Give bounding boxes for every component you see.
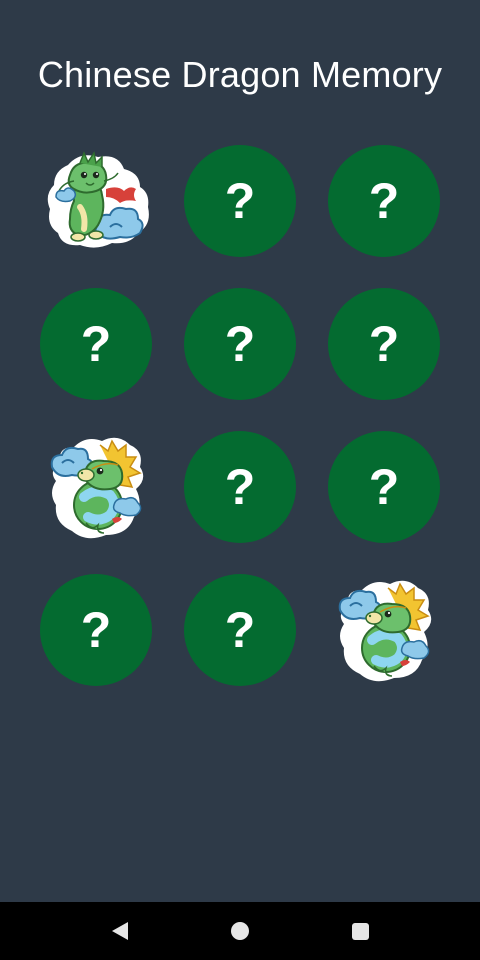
question-mark-icon: ? (80, 602, 112, 658)
coiled-dragon-cloud-icon (50, 437, 144, 539)
card-2[interactable]: ? (184, 145, 296, 257)
card-8[interactable]: ? (184, 431, 296, 543)
green-dragon-cloud-icon (47, 151, 149, 248)
question-mark-icon: ? (368, 316, 400, 372)
question-mark-icon: ? (224, 459, 256, 515)
card-grid: ? ? ? ? ? ? ? ? ? (40, 145, 440, 686)
card-9[interactable]: ? (328, 431, 440, 543)
card-1[interactable] (40, 145, 152, 257)
card-3[interactable]: ? (328, 145, 440, 257)
question-mark-icon: ? (224, 173, 256, 229)
back-button[interactable] (100, 911, 140, 951)
coiled-dragon-cloud-icon (338, 580, 432, 682)
back-icon (112, 922, 128, 940)
card-6[interactable]: ? (328, 288, 440, 400)
home-icon (231, 922, 249, 940)
recents-button[interactable] (340, 911, 380, 951)
question-mark-icon: ? (224, 316, 256, 372)
question-mark-icon: ? (80, 316, 112, 372)
question-mark-icon: ? (368, 459, 400, 515)
question-mark-icon: ? (368, 173, 400, 229)
card-5[interactable]: ? (184, 288, 296, 400)
card-11[interactable]: ? (184, 574, 296, 686)
question-mark-icon: ? (224, 602, 256, 658)
home-button[interactable] (220, 911, 260, 951)
card-4[interactable]: ? (40, 288, 152, 400)
recents-icon (351, 922, 369, 940)
card-7[interactable] (40, 431, 152, 543)
game-screen: Chinese Dragon Memory ? ? ? ? ? ? ? ? ? (0, 0, 480, 960)
page-title: Chinese Dragon Memory (37, 54, 443, 95)
card-10[interactable]: ? (40, 574, 152, 686)
card-12[interactable] (328, 574, 440, 686)
system-navigation-bar (0, 902, 480, 960)
